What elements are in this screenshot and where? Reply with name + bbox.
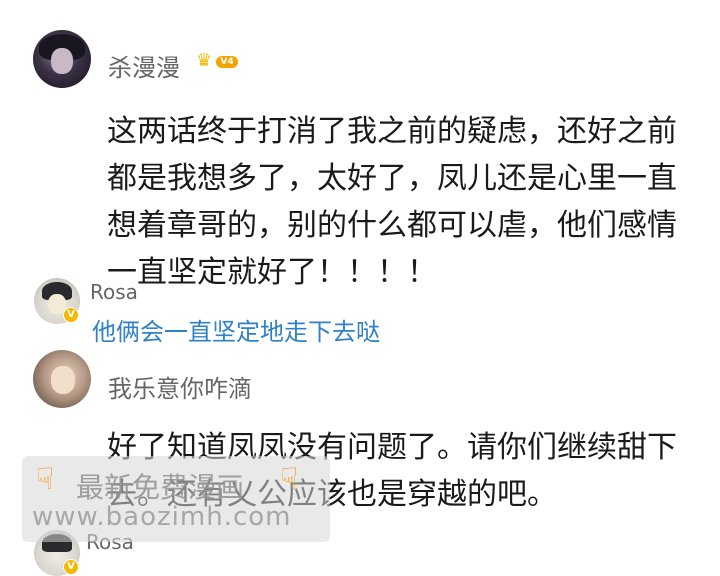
reply-text[interactable]: 他俩会一直坚定地走下去哒 [92, 312, 380, 347]
pointing-hand-icon: ☟ [280, 462, 299, 497]
reply-username[interactable]: Rosa [90, 280, 138, 304]
avatar-face [51, 366, 75, 394]
comment-text: 这两话终于打消了我之前的疑虑，还好之前都是我想多了，太好了，凤儿还是心里一直想着… [107, 114, 677, 290]
watermark: ☟ 最新免费漫画 ☟ www.baozimh.com [22, 456, 330, 542]
level-label: V4 [216, 56, 238, 68]
comment-username[interactable]: 杀漫漫 [108, 48, 180, 83]
vip-level-badge: ♛ V4 [196, 50, 240, 72]
verified-badge-icon: V [63, 307, 79, 323]
avatar[interactable] [33, 30, 91, 88]
watermark-url: www.baozimh.com [32, 502, 292, 532]
crown-icon: ♛ [196, 50, 213, 71]
watermark-text: 最新免费漫画 [76, 471, 245, 504]
verified-badge-icon: V [63, 559, 79, 575]
comment-username[interactable]: 我乐意你咋滴 [108, 369, 252, 404]
avatar-face [51, 48, 73, 74]
avatar[interactable] [33, 350, 91, 408]
pointing-hand-icon: ☟ [36, 462, 55, 497]
reply-text[interactable]: 余凯当作风时还捏成卫林海心滋她 [92, 556, 452, 563]
